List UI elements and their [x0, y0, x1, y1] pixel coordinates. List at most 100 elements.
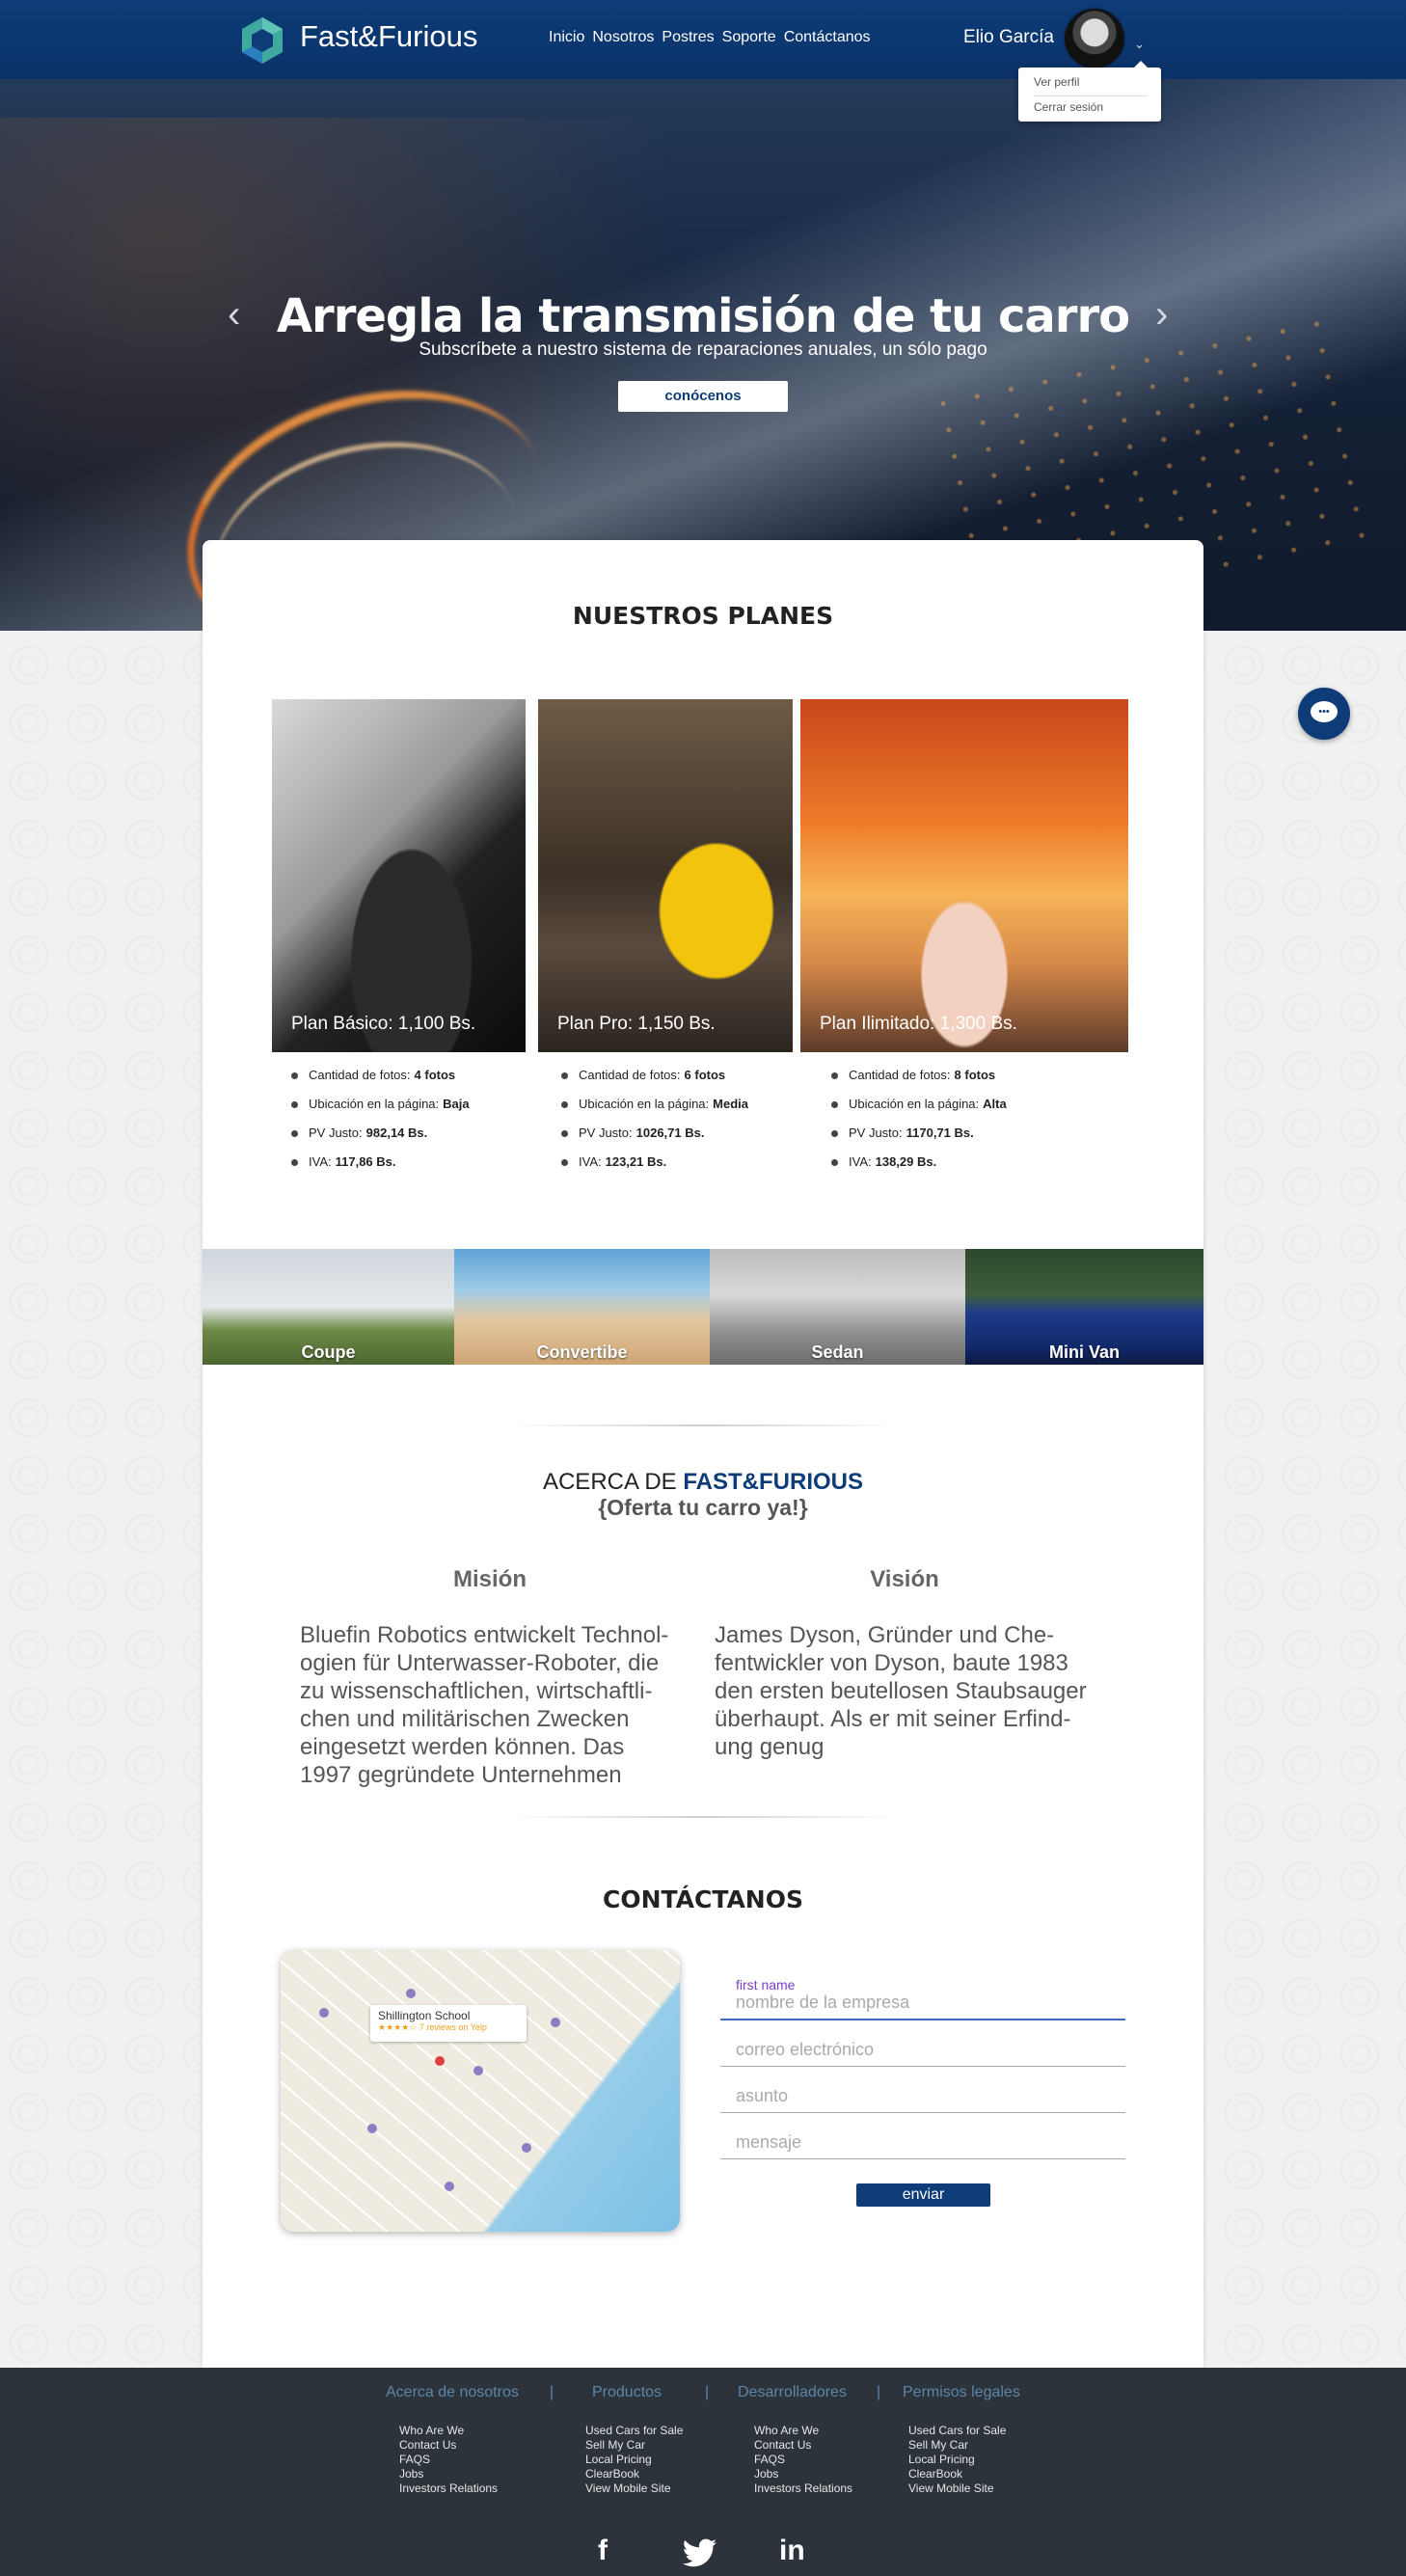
footer-link[interactable]: Contact Us	[399, 2438, 498, 2453]
list-item: Ubicación en la página: Media	[561, 1096, 748, 1125]
footer-link[interactable]: Local Pricing	[908, 2453, 1006, 2467]
plan-image	[800, 699, 1128, 1052]
map-pin-icon	[367, 2124, 377, 2133]
footer-link[interactable]: Sell My Car	[908, 2438, 1006, 2453]
about-title: ACERCA DE FAST&FURIOUS	[0, 1469, 1406, 1496]
mision-text: Bluefin Robotics entwickelt Technol-ogie…	[300, 1622, 669, 1788]
feature-value: 1026,71 Bs.	[635, 1125, 705, 1140]
footer-link[interactable]: ClearBook	[585, 2467, 683, 2481]
feature-value: Media	[713, 1097, 748, 1111]
footer-link[interactable]: Used Cars for Sale	[908, 2424, 1006, 2438]
contact-title: CONTÁCTANOS	[603, 1885, 803, 1913]
list-item: IVA: 117,86 Bs.	[291, 1153, 470, 1182]
brand-name[interactable]: Fast&Furious	[300, 19, 477, 54]
plan-image	[272, 699, 526, 1052]
footer-link[interactable]: Who Are We	[399, 2424, 498, 2438]
car-type-minivan[interactable]: Mini Van	[965, 1249, 1203, 1365]
footer-link[interactable]: FAQS	[754, 2453, 852, 2467]
map-info-card[interactable]: Shillington School ★★★★☆ 7 reviews on Ye…	[370, 2005, 527, 2042]
feature-label: IVA:	[849, 1154, 872, 1169]
main-nav: Inicio Nosotros Postres Soporte Contácta…	[549, 29, 871, 46]
location-map[interactable]	[281, 1950, 680, 2232]
divider	[508, 1424, 898, 1426]
company-name-field[interactable]: nombre de la empresa	[720, 1986, 1125, 2020]
car-type-label: Convertibe	[536, 1342, 628, 1362]
subject-field[interactable]: asunto	[720, 2078, 1125, 2113]
feature-label: IVA:	[309, 1154, 332, 1169]
list-item: Cantidad de fotos: 8 fotos	[831, 1067, 1007, 1096]
send-button[interactable]: enviar	[856, 2183, 990, 2207]
plan-image	[538, 699, 793, 1052]
top-navbar: Fast&Furious Inicio Nosotros Postres Sop…	[0, 0, 1406, 79]
menu-item-ver-perfil[interactable]: Ver perfil	[1034, 75, 1079, 89]
list-item: PV Justo: 1026,71 Bs.	[561, 1125, 748, 1153]
avatar[interactable]	[1063, 7, 1126, 70]
feature-value: 4 fotos	[414, 1068, 456, 1082]
footer-heading-about[interactable]: Acerca de nosotros	[386, 2384, 519, 2401]
conocenos-button[interactable]: conócenos	[618, 381, 788, 412]
footer-link[interactable]: ClearBook	[908, 2467, 1006, 2481]
footer-link[interactable]: Local Pricing	[585, 2453, 683, 2467]
list-item: PV Justo: 982,14 Bs.	[291, 1125, 470, 1153]
plan-card-ilimitado[interactable]: Plan Ilimitado: 1,300 Bs.	[800, 699, 1128, 1052]
feature-value: 8 fotos	[954, 1068, 996, 1082]
footer-link[interactable]: Investors Relations	[399, 2481, 498, 2496]
footer-heading-products[interactable]: Productos	[592, 2384, 662, 2401]
list-item: Cantidad de fotos: 4 fotos	[291, 1067, 470, 1096]
nav-nosotros[interactable]: Nosotros	[592, 29, 654, 46]
linkedin-icon[interactable]: in	[779, 2535, 805, 2567]
footer-link[interactable]: Who Are We	[754, 2424, 852, 2438]
feature-value: Baja	[443, 1097, 470, 1111]
footer-link[interactable]: Jobs	[399, 2467, 498, 2481]
chevron-down-icon[interactable]: ⌄	[1134, 37, 1145, 52]
footer-col-1: Who Are We Contact Us FAQS Jobs Investor…	[399, 2424, 498, 2496]
feature-label: Cantidad de fotos:	[849, 1068, 951, 1082]
map-marker-icon	[435, 2056, 445, 2066]
plan-label: Plan Pro: 1,150 Bs.	[557, 1014, 716, 1034]
footer-link[interactable]: View Mobile Site	[908, 2481, 1006, 2496]
logo-icon[interactable]	[237, 15, 287, 66]
footer-link[interactable]: Investors Relations	[754, 2481, 852, 2496]
footer-link[interactable]: Sell My Car	[585, 2438, 683, 2453]
footer-heading-developers[interactable]: Desarrolladores	[738, 2384, 847, 2401]
footer-link[interactable]: Contact Us	[754, 2438, 852, 2453]
feature-label: Ubicación en la página:	[849, 1097, 980, 1111]
feature-label: PV Justo:	[309, 1125, 363, 1140]
car-type-label: Coupe	[301, 1342, 356, 1362]
footer-link[interactable]: FAQS	[399, 2453, 498, 2467]
chat-icon[interactable]	[1298, 688, 1350, 740]
footer-link[interactable]: View Mobile Site	[585, 2481, 683, 2496]
field-placeholder: asunto	[736, 2086, 789, 2105]
email-field[interactable]: correo electrónico	[720, 2032, 1125, 2067]
car-type-coupe[interactable]: Coupe	[203, 1249, 454, 1365]
map-pin-icon	[473, 2066, 483, 2075]
message-field[interactable]: mensaje	[720, 2125, 1125, 2159]
nav-soporte[interactable]: Soporte	[722, 29, 776, 46]
plan-card-basico[interactable]: Plan Básico: 1,100 Bs.	[272, 699, 526, 1052]
nav-contactanos[interactable]: Contáctanos	[784, 29, 871, 46]
footer-separator: |	[705, 2384, 710, 2400]
feature-value: 6 fotos	[684, 1068, 726, 1082]
nav-postres[interactable]: Postres	[662, 29, 714, 46]
facebook-icon[interactable]: f	[598, 2535, 608, 2567]
map-pin-icon	[406, 1989, 416, 1998]
car-type-label: Mini Van	[1048, 1342, 1120, 1362]
list-item: IVA: 138,29 Bs.	[831, 1153, 1007, 1182]
nav-inicio[interactable]: Inicio	[549, 29, 584, 46]
feature-label: Cantidad de fotos:	[309, 1068, 411, 1082]
feature-value: 982,14 Bs.	[365, 1125, 428, 1140]
list-item: PV Justo: 1170,71 Bs.	[831, 1125, 1007, 1153]
car-type-convertible[interactable]: Convertibe	[454, 1249, 710, 1365]
menu-item-cerrar-sesion[interactable]: Cerrar sesión	[1034, 100, 1103, 114]
footer-heading-legal[interactable]: Permisos legales	[903, 2384, 1020, 2401]
footer-link[interactable]: Used Cars for Sale	[585, 2424, 683, 2438]
car-type-sedan[interactable]: Sedan	[710, 1249, 965, 1365]
twitter-icon[interactable]	[683, 2538, 717, 2567]
plan-card-pro[interactable]: Plan Pro: 1,150 Bs.	[538, 699, 793, 1052]
footer-link[interactable]: Jobs	[754, 2467, 852, 2481]
hero-subtitle: Subscríbete a nuestro sistema de reparac…	[419, 339, 987, 360]
user-name[interactable]: Elio García	[963, 27, 1054, 48]
feature-value: 138,29 Bs.	[875, 1154, 937, 1169]
vision-title: Visión	[870, 1566, 939, 1592]
footer-separator: |	[877, 2384, 881, 2400]
